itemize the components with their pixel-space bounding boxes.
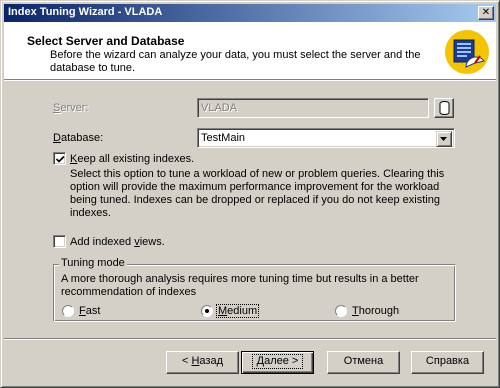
wizard-window: Index Tuning Wizard - VLADA ✕ Select Ser…	[0, 0, 500, 388]
add-indexed-views-checkbox[interactable]	[53, 235, 66, 248]
radio-thorough[interactable]	[335, 305, 347, 317]
chevron-down-icon	[440, 137, 447, 141]
database-label: Database:	[53, 132, 104, 144]
radio-thorough-label[interactable]: Thorough	[352, 305, 399, 317]
server-field: VLADA	[197, 98, 429, 118]
page-description: Before the wizard can analyze your data,…	[50, 49, 421, 74]
window-title: Index Tuning Wizard - VLADA	[8, 6, 163, 18]
close-icon: ✕	[481, 7, 491, 18]
tuning-mode-legend: Tuning mode	[59, 257, 127, 269]
header-separator	[4, 79, 496, 81]
server-label: Server:	[53, 102, 89, 114]
back-button[interactable]: < Назад	[166, 351, 239, 374]
tuning-wizard-icon	[444, 29, 490, 75]
add-indexed-views-label[interactable]: Add indexed views.	[70, 236, 165, 248]
help-button[interactable]: Справка	[411, 351, 484, 374]
database-dropdown-button[interactable]	[436, 131, 452, 147]
tuning-mode-description: A more thorough analysis requires more t…	[61, 273, 419, 298]
page-title: Select Server and Database	[27, 34, 185, 48]
footer-separator	[4, 338, 496, 340]
browse-server-button[interactable]	[434, 98, 454, 118]
database-icon	[439, 101, 450, 115]
wizard-header: Select Server and Database Before the wi…	[4, 22, 496, 79]
database-value: TestMain	[201, 132, 246, 144]
next-button[interactable]: Далее >	[241, 351, 314, 374]
radio-fast-label[interactable]: Fast	[79, 305, 100, 317]
radio-selected-dot	[205, 309, 209, 313]
cancel-button[interactable]: Отмена	[327, 351, 400, 374]
close-button[interactable]: ✕	[478, 6, 494, 20]
title-bar[interactable]: Index Tuning Wizard - VLADA ✕	[4, 4, 496, 22]
checkmark-icon	[56, 155, 65, 163]
radio-medium[interactable]	[201, 305, 213, 317]
radio-medium-label[interactable]: Medium	[215, 304, 260, 318]
keep-indexes-label[interactable]: Keep all existing indexes.	[70, 153, 194, 165]
keep-indexes-description: Select this option to tune a workload of…	[70, 168, 445, 219]
keep-indexes-checkbox[interactable]	[53, 152, 66, 165]
radio-fast[interactable]	[62, 305, 74, 317]
database-select[interactable]: TestMain	[197, 128, 455, 148]
